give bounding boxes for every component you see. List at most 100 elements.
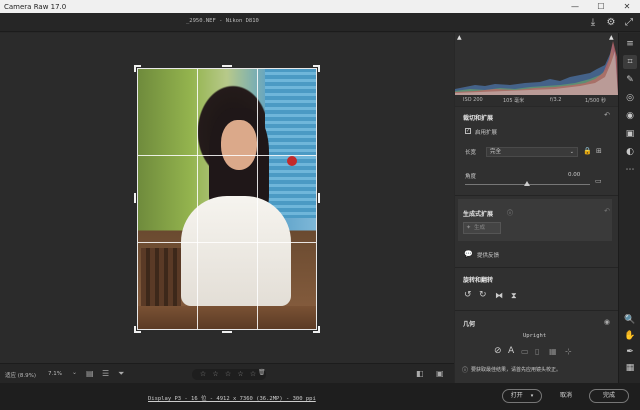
open-dropdown-icon[interactable]: ▾ bbox=[531, 393, 534, 399]
reset-icon: ↶ bbox=[604, 207, 610, 215]
filter-icon[interactable]: ⏷ bbox=[118, 369, 124, 379]
generate-button-label: 生成 bbox=[474, 225, 486, 231]
trash-icon[interactable]: 🗑 bbox=[258, 369, 266, 376]
info-icon: ⓘ bbox=[462, 367, 469, 374]
snapshots-icon[interactable]: ▣ bbox=[623, 127, 637, 141]
app-title: Camera Raw 17.0 bbox=[4, 2, 67, 11]
maximize-button[interactable]: ☐ bbox=[588, 0, 614, 13]
flip-vertical-icon[interactable]: ⧗ bbox=[511, 291, 517, 301]
crop-handle-left[interactable] bbox=[134, 193, 136, 203]
section-divider bbox=[455, 310, 618, 311]
star-rating[interactable]: ☆ ☆ ☆ ☆ ☆ bbox=[192, 369, 266, 380]
grid-line bbox=[197, 69, 198, 329]
minimize-button[interactable]: — bbox=[562, 0, 588, 13]
iso-value: ISO 200 bbox=[463, 97, 483, 103]
crop-handle-tl-v[interactable] bbox=[134, 65, 136, 72]
feedback-icon[interactable]: 💬 bbox=[464, 250, 473, 258]
save-icon[interactable]: ⤓ bbox=[586, 16, 600, 30]
generative-expand-title: 生成式扩展 bbox=[463, 211, 494, 218]
zoom-icon[interactable]: 🔍 bbox=[623, 313, 637, 327]
enable-expand-checkbox[interactable]: ✓ bbox=[465, 128, 471, 134]
edit-sliders-icon[interactable]: ≡ bbox=[623, 37, 637, 51]
file-name: _2950.NEF - Nikon D810 bbox=[186, 18, 259, 24]
gear-icon[interactable]: ⚙ bbox=[604, 16, 618, 30]
info-icon[interactable]: ⓘ bbox=[507, 208, 513, 217]
chevron-down-icon[interactable]: ⌄ bbox=[72, 369, 77, 376]
workflow-options-link[interactable]: Display P3 - 16 位 - 4912 x 7360 (36.2MP)… bbox=[148, 394, 316, 402]
angle-slider-thumb[interactable] bbox=[524, 181, 530, 186]
crop-overlay-icon[interactable]: ⊞ bbox=[596, 147, 602, 155]
section-divider bbox=[455, 195, 618, 196]
reset-icon[interactable]: ↶ bbox=[604, 111, 610, 119]
aspect-lock-icon[interactable]: 🔒 bbox=[583, 147, 592, 155]
cancel-button[interactable]: 取消 bbox=[546, 389, 586, 403]
more-icon[interactable]: ⋯ bbox=[623, 163, 637, 177]
aperture-value: f/3.2 bbox=[550, 97, 562, 103]
shutter-speed: 1/500 秒 bbox=[585, 98, 606, 104]
remove-tool-icon[interactable]: ✎ bbox=[623, 73, 637, 87]
upright-guided-icon[interactable]: ⊹ bbox=[565, 347, 572, 356]
upright-auto-icon[interactable]: A bbox=[508, 346, 514, 356]
grid-toggle-icon[interactable]: ▦ bbox=[623, 361, 637, 375]
crop-handle-tr-v[interactable] bbox=[318, 65, 320, 72]
zoom-fit-label[interactable]: 适应 (8.9%) bbox=[5, 371, 36, 379]
enable-expand-label: 启用扩展 bbox=[475, 130, 498, 136]
feedback-link[interactable]: 提供反馈 bbox=[477, 251, 499, 259]
close-window-button[interactable]: ✕ bbox=[614, 0, 640, 13]
section-divider bbox=[455, 267, 618, 268]
open-button-label: 打开 bbox=[510, 392, 523, 399]
rotate-flip-title: 旋转和翻转 bbox=[463, 277, 494, 284]
filmstrip-icon[interactable]: ▤ bbox=[86, 369, 94, 378]
before-after-icon[interactable]: ◧ bbox=[416, 369, 424, 378]
presets-icon[interactable]: ◐ bbox=[623, 145, 637, 159]
geometry-title: 几何 bbox=[463, 321, 476, 328]
compare-view-icon[interactable]: ▣ bbox=[436, 369, 444, 378]
crop-handle-br-v[interactable] bbox=[318, 326, 320, 333]
histogram: ▲ ▲ bbox=[455, 33, 618, 95]
sort-icon[interactable]: ☰ bbox=[102, 369, 109, 378]
exif-info: ISO 200 105 毫米 f/3.2 1/500 秒 bbox=[455, 95, 618, 106]
grid-line bbox=[138, 242, 316, 243]
crop-handle-right[interactable] bbox=[318, 193, 320, 203]
crop-handle-bl-v[interactable] bbox=[134, 326, 136, 333]
histogram-graph bbox=[455, 41, 618, 95]
window-controls: — ☐ ✕ bbox=[562, 0, 640, 13]
upright-vertical-icon[interactable]: ▯ bbox=[535, 347, 539, 356]
rotate-left-icon[interactable]: ↺ bbox=[464, 290, 472, 300]
tool-strip: ≡ ⌗ ✎ ◎ ◉ ▣ ◐ ⋯ 🔍 ✋ ✒ ▦ bbox=[618, 33, 640, 383]
geometry-hint: 要获取最佳结果，请首先应用镜头校正。 bbox=[471, 367, 562, 373]
grid-line bbox=[257, 69, 258, 329]
image-canvas[interactable] bbox=[0, 33, 454, 363]
crop-section-title: 裁切和扩展 bbox=[463, 115, 494, 122]
crop-handle-bottom[interactable] bbox=[222, 331, 232, 333]
canvas-bottom-bar: 适应 (8.9%) 7.1% ⌄ ▤ ☰ ⏷ ☆ ☆ ☆ ☆ ☆ 🗑 ◧ ▣ bbox=[0, 363, 454, 383]
crop-tool-icon[interactable]: ⌗ bbox=[623, 55, 637, 69]
flip-horizontal-icon[interactable]: ⧓ bbox=[495, 291, 503, 300]
crop-frame[interactable] bbox=[137, 68, 317, 330]
open-button[interactable]: 打开 ▾ bbox=[502, 389, 542, 403]
expand-icon[interactable]: ⤢ bbox=[622, 16, 636, 30]
aspect-select[interactable]: 完全 ⌄ bbox=[486, 147, 578, 157]
eye-icon[interactable]: ◉ bbox=[604, 318, 610, 326]
red-eye-icon[interactable]: ◉ bbox=[623, 109, 637, 123]
chevron-down-icon: ⌄ bbox=[569, 149, 574, 155]
eyedropper-icon[interactable]: ✒ bbox=[623, 345, 637, 359]
crop-handle-top[interactable] bbox=[222, 65, 232, 67]
focal-length: 105 毫米 bbox=[503, 98, 525, 104]
footer-bar: Display P3 - 16 位 - 4912 x 7360 (36.2MP)… bbox=[0, 383, 640, 410]
generative-expand-section bbox=[458, 199, 612, 241]
upright-level-icon[interactable]: ▭ bbox=[521, 347, 529, 356]
upright-label: Upright bbox=[523, 333, 547, 339]
zoom-value[interactable]: 7.1% bbox=[48, 371, 62, 377]
aspect-label: 长宽 bbox=[465, 150, 477, 156]
upright-full-icon[interactable]: ▦ bbox=[549, 347, 557, 356]
rotate-right-icon[interactable]: ↻ bbox=[479, 290, 487, 300]
sparkle-icon: ✦ bbox=[466, 224, 472, 231]
upright-off-icon[interactable]: ⊘ bbox=[494, 346, 502, 356]
masking-icon[interactable]: ◎ bbox=[623, 91, 637, 105]
straighten-tool-icon[interactable]: ▭ bbox=[595, 177, 602, 185]
done-button[interactable]: 完成 bbox=[589, 389, 629, 403]
angle-value[interactable]: 0.00 bbox=[568, 172, 580, 178]
hand-icon[interactable]: ✋ bbox=[623, 329, 637, 343]
aspect-select-value: 完全 bbox=[490, 149, 502, 155]
